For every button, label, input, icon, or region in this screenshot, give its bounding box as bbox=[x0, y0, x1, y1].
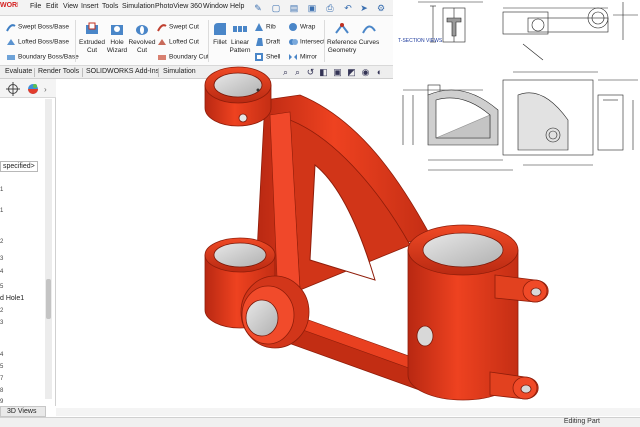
status-editing-part: Editing Part bbox=[563, 418, 600, 425]
solidworks-window: WORKS File Edit View Insert Tools Simula… bbox=[0, 0, 640, 427]
lower-lug[interactable] bbox=[489, 371, 539, 400]
status-bar: Editing Part bbox=[0, 417, 640, 427]
bracket-part[interactable] bbox=[204, 66, 549, 401]
upper-lug[interactable] bbox=[494, 274, 549, 303]
graphics-horizontal-scroll[interactable] bbox=[56, 408, 640, 416]
part-model-view bbox=[204, 66, 549, 401]
front-side-boss[interactable] bbox=[240, 275, 310, 349]
top-boss[interactable] bbox=[204, 66, 272, 127]
tab-3d-views[interactable]: 3D Views bbox=[0, 406, 46, 417]
